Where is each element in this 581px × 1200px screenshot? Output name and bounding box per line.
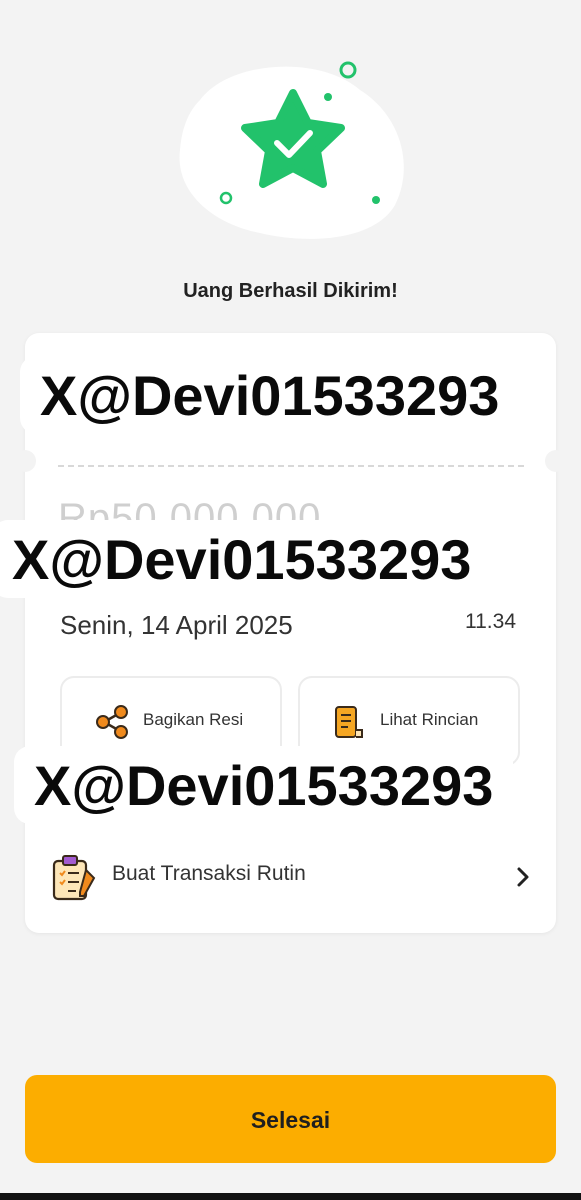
- done-button[interactable]: Selesai: [25, 1075, 556, 1163]
- clipboard-icon: [50, 854, 98, 902]
- watermark-label: X@Devi01533293: [14, 746, 514, 824]
- success-illustration: [160, 55, 420, 255]
- card-notch-right: [545, 450, 567, 472]
- star-check-icon: [179, 61, 404, 239]
- share-receipt-label: Bagikan Resi: [143, 710, 244, 729]
- transaction-time: 11.34: [465, 610, 516, 633]
- watermark-label: X@Devi01533293: [0, 520, 492, 598]
- view-details-label: Lihat Rincian: [380, 710, 479, 729]
- share-icon: [94, 704, 130, 740]
- chevron-right-icon: [512, 864, 534, 890]
- system-navigation-bar: [0, 1193, 581, 1200]
- receipt-icon: [330, 704, 366, 740]
- transaction-date: Senin, 14 April 2025: [60, 610, 293, 640]
- card-divider: [58, 465, 524, 467]
- card-notch-left: [14, 450, 36, 472]
- success-title: Uang Berhasil Dikirim!: [183, 280, 398, 302]
- create-routine-label: Buat Transaksi Rutin: [112, 862, 306, 885]
- create-routine-transaction-row[interactable]: Buat Transaksi Rutin: [50, 850, 540, 902]
- watermark-label: X@Devi01533293: [20, 356, 520, 434]
